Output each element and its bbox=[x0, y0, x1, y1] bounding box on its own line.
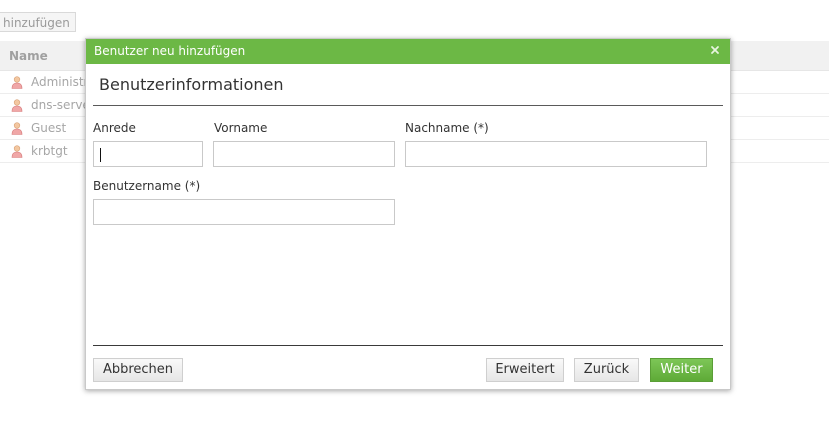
section-title: Benutzerinformationen bbox=[99, 75, 284, 94]
close-icon[interactable] bbox=[708, 43, 722, 57]
column-header-name[interactable]: Name bbox=[9, 41, 48, 71]
user-name: Guest bbox=[31, 121, 67, 135]
next-button[interactable]: Weiter bbox=[650, 358, 713, 382]
nachname-field[interactable] bbox=[405, 141, 707, 167]
user-icon bbox=[11, 99, 23, 112]
vorname-label: Vorname bbox=[214, 121, 268, 135]
dialog-titlebar[interactable]: Benutzer neu hinzufügen bbox=[86, 39, 730, 64]
text-cursor bbox=[100, 148, 101, 162]
dialog-title: Benutzer neu hinzufügen bbox=[94, 44, 246, 58]
cancel-button[interactable]: Abbrechen bbox=[93, 358, 183, 382]
user-icon bbox=[11, 145, 23, 158]
vorname-field[interactable] bbox=[213, 141, 395, 167]
anrede-field[interactable] bbox=[93, 141, 203, 167]
user-icon bbox=[11, 122, 23, 135]
nachname-label: Nachname (*) bbox=[405, 121, 489, 135]
back-button[interactable]: Zurück bbox=[574, 358, 639, 382]
benutzername-field[interactable] bbox=[93, 199, 395, 225]
add-user-dialog: Benutzer neu hinzufügen Benutzerinformat… bbox=[85, 38, 731, 390]
advanced-button[interactable]: Erweitert bbox=[486, 358, 564, 382]
user-name: krbtgt bbox=[31, 144, 68, 158]
user-icon bbox=[11, 76, 23, 89]
benutzername-label: Benutzername (*) bbox=[93, 179, 201, 193]
anrede-label: Anrede bbox=[93, 121, 136, 135]
user-name: dns-serve bbox=[31, 98, 90, 112]
add-user-button[interactable]: hinzufügen bbox=[0, 12, 76, 32]
footer-divider bbox=[93, 345, 723, 346]
section-divider bbox=[93, 105, 723, 106]
